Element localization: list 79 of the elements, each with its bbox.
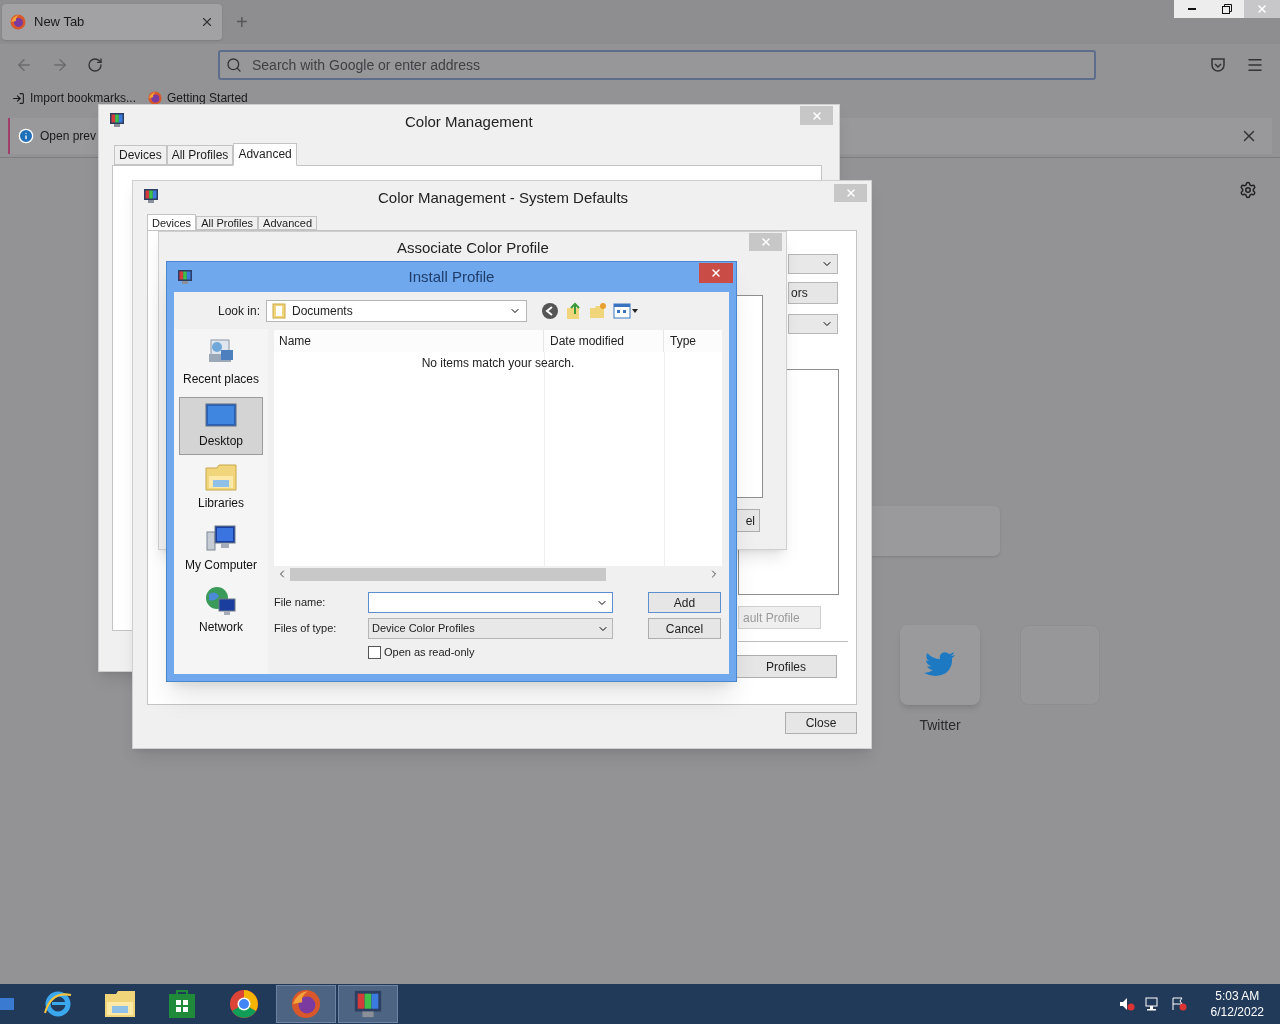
file-name-field[interactable]	[368, 592, 613, 613]
clock-date[interactable]: 6/12/2022	[1210, 1004, 1264, 1020]
tab[interactable]: Advanced	[258, 216, 318, 230]
firefox-icon	[291, 989, 321, 1019]
libraries-icon	[205, 462, 237, 492]
file-type-dropdown[interactable]: Device Color Profiles	[368, 618, 613, 639]
browser-tab[interactable]: New Tab	[2, 4, 222, 40]
bookmark[interactable]: Getting Started	[148, 89, 248, 107]
import-icon	[12, 91, 25, 105]
documents-folder-icon	[272, 302, 286, 319]
minimize-icon	[1187, 8, 1196, 10]
file-name-label: File name:	[274, 595, 327, 611]
view-menu-icon[interactable]	[613, 302, 639, 319]
tab[interactable]: All Profiles	[196, 216, 259, 230]
tab[interactable]: Advanced	[233, 143, 297, 166]
places-item[interactable]: Recent places	[179, 335, 263, 393]
address-placeholder: Search with Google or enter address	[252, 55, 480, 75]
window-title: Color Management	[405, 112, 533, 132]
firefox-icon	[10, 14, 26, 30]
desktop-icon	[205, 402, 237, 430]
restore-button[interactable]	[1209, 0, 1244, 18]
close-icon	[759, 236, 772, 248]
close-icon	[710, 267, 722, 279]
muted-speaker-icon[interactable]	[1118, 997, 1135, 1011]
settings-icon[interactable]	[1239, 181, 1257, 199]
places-item[interactable]: Desktop	[179, 397, 263, 455]
file-type-label: Files of type:	[274, 621, 338, 637]
computer-icon	[205, 524, 237, 554]
chrome-icon	[229, 989, 259, 1019]
close-icon	[844, 187, 857, 199]
action-button[interactable]: ors	[788, 282, 838, 304]
info-icon	[18, 128, 34, 144]
network-status-icon[interactable]	[1144, 997, 1161, 1011]
menu-icon[interactable]	[1246, 56, 1264, 74]
notification-text: Open prev	[40, 128, 98, 145]
store-icon	[168, 989, 196, 1019]
monitor-icon	[109, 112, 125, 128]
empty-message: No items match your search.	[420, 355, 576, 372]
close-tab-icon[interactable]	[200, 15, 214, 29]
browser-e-icon	[43, 989, 73, 1019]
monitor-icon	[177, 269, 193, 285]
action-button[interactable]: el	[736, 509, 760, 532]
clock-time[interactable]: 5:03 AM	[1215, 988, 1260, 1004]
places-item[interactable]: My Computer	[179, 521, 263, 579]
places-item[interactable]: Libraries	[179, 459, 263, 517]
look-in-label: Look in:	[216, 302, 261, 320]
read-only-checkbox[interactable]	[368, 645, 381, 659]
bookmark[interactable]: Import bookmarks...	[12, 89, 137, 107]
address-bar[interactable]: Search with Google or enter address	[218, 50, 1096, 80]
action-button[interactable]: Profiles	[735, 655, 837, 678]
tab[interactable]: All Profiles	[166, 145, 234, 165]
bird-icon	[924, 651, 956, 679]
minimize-button[interactable]	[1174, 0, 1209, 18]
close-dialog-button[interactable]: Close	[785, 712, 857, 734]
dialog-button[interactable]: Cancel	[648, 618, 721, 639]
shortcut-tile[interactable]	[900, 625, 980, 705]
close-icon	[810, 109, 823, 122]
places-item[interactable]: Network	[179, 583, 263, 641]
tab[interactable]: Devices	[114, 145, 167, 165]
close-button[interactable]	[699, 263, 733, 283]
flag-icon[interactable]	[1170, 997, 1187, 1011]
firefox-icon	[148, 91, 163, 105]
window-title: Associate Color Profile	[397, 238, 549, 258]
pocket-icon[interactable]	[1210, 57, 1226, 73]
folder-icon	[104, 989, 136, 1019]
network-icon	[205, 586, 237, 616]
window-title: Color Management - System Defaults	[378, 188, 629, 208]
read-only-label: Open as read-only	[384, 645, 475, 660]
restore-icon	[1221, 4, 1232, 14]
window-title: Install Profile	[408, 266, 495, 287]
search-icon	[226, 57, 242, 73]
tab-title: New Tab	[34, 13, 86, 32]
reload-icon[interactable]	[87, 57, 103, 73]
color-monitor-icon	[353, 989, 383, 1019]
look-in-dropdown[interactable]: Documents	[266, 299, 527, 322]
close-icon	[1256, 3, 1268, 15]
dialog-button[interactable]: Add	[648, 592, 721, 613]
monitor-icon	[143, 188, 159, 204]
shortcut-label: Twitter	[919, 716, 961, 735]
